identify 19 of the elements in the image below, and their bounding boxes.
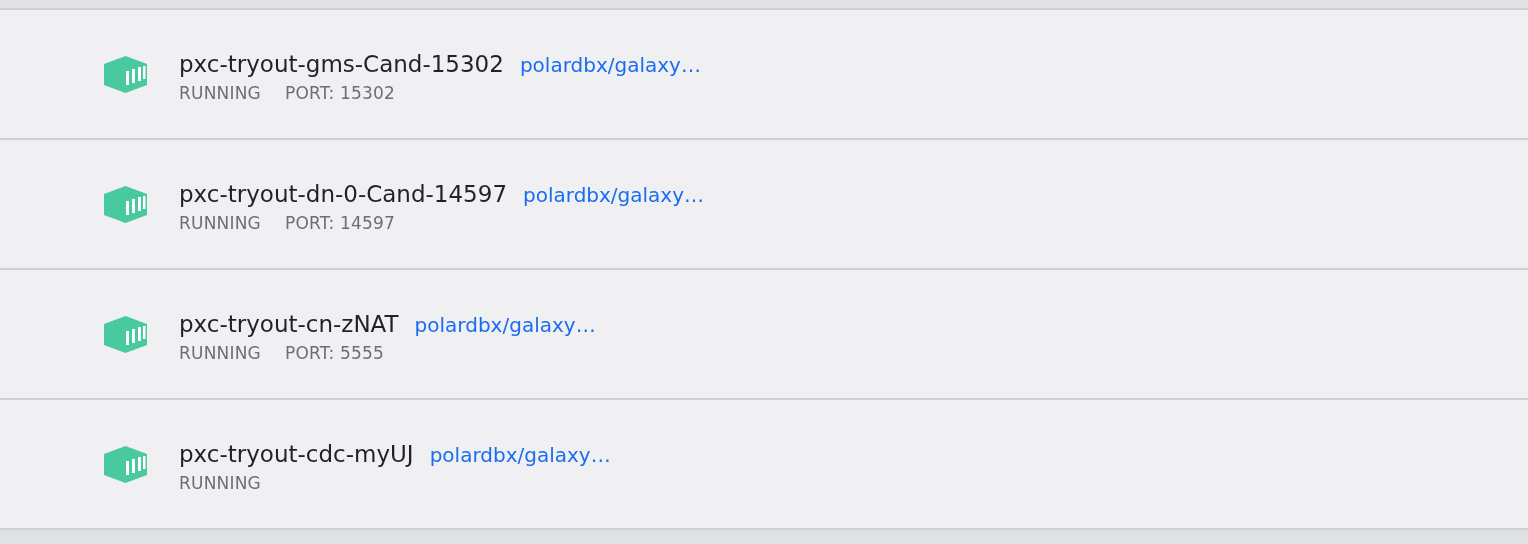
- image-link[interactable]: polardbx/galaxy…: [519, 53, 701, 77]
- container-port: PORT: 14597: [285, 213, 396, 233]
- container-icon: [104, 55, 147, 93]
- container-name: pxc-tryout-gms-Cand-15302: [179, 51, 504, 77]
- container-icon: [104, 315, 147, 353]
- container-status: RUNNING: [179, 83, 261, 103]
- container-status: RUNNING: [179, 343, 261, 363]
- container-icon: [104, 185, 147, 223]
- container-status: RUNNING: [179, 213, 261, 233]
- container-icon: [104, 445, 147, 483]
- image-link[interactable]: polardbx/galaxy…: [414, 313, 596, 337]
- container-port: PORT: 15302: [285, 83, 396, 103]
- image-link[interactable]: polardbx/galaxy…: [429, 443, 611, 467]
- image-link[interactable]: polardbx/galaxy…: [523, 183, 705, 207]
- container-name: pxc-tryout-dn-0-Cand-14597: [179, 181, 507, 207]
- container-name: pxc-tryout-cdc-myUJ: [179, 441, 414, 467]
- container-name: pxc-tryout-cn-zNAT: [179, 311, 399, 337]
- container-port: PORT: 5555: [285, 343, 385, 363]
- container-status: RUNNING: [179, 473, 261, 493]
